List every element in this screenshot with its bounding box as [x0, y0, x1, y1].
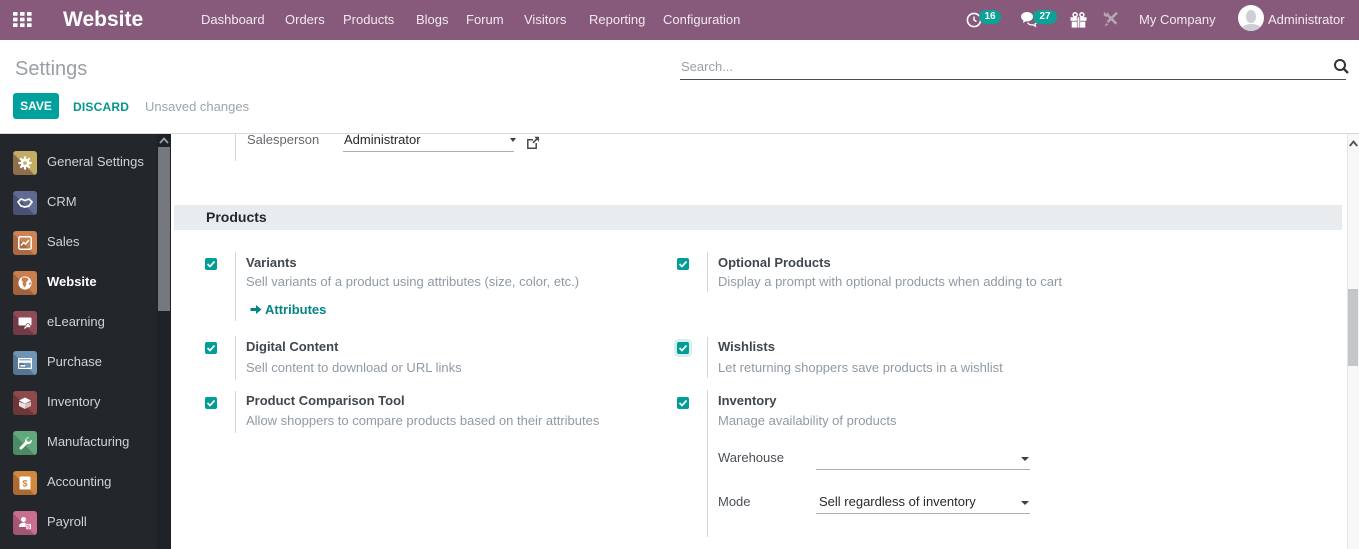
svg-text:$: $ [27, 524, 30, 530]
svg-text:$: $ [22, 479, 27, 489]
